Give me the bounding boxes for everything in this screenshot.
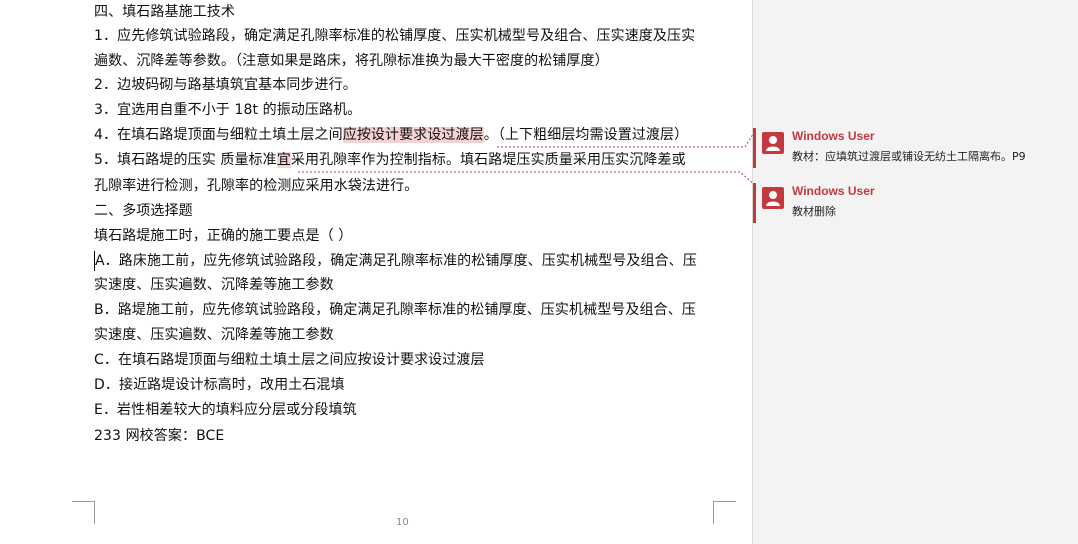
paragraph-line: 1．应先修筑试验路段，确定满足孔隙率标准的松铺厚度、压实机械型号及组合、压实速度… xyxy=(94,28,696,44)
crop-mark-left xyxy=(72,501,95,524)
page-number: 10 xyxy=(396,517,409,528)
comment-balloon[interactable]: Windows User 教材删除 xyxy=(753,183,1078,223)
option-line: D．接近路堤设计标高时，改用土石混填 xyxy=(94,377,345,393)
comment-highlight-2[interactable]: 宜 xyxy=(276,152,291,168)
comment-highlight-1[interactable]: 应按设计要求设过渡层 xyxy=(342,127,484,143)
text-run: 4．在填石路堤顶面与细粒土填土层之间 xyxy=(94,127,343,143)
comment-author: Windows User xyxy=(792,184,875,198)
document-page[interactable]: 四、填石路基施工技术 1．应先修筑试验路段，确定满足孔隙率标准的松铺厚度、压实机… xyxy=(0,0,752,544)
comment-author: Windows User xyxy=(792,129,875,143)
paragraph-line-commented: 5．填石路堤的压实 质量标准宜采用孔隙率作为控制指标。填石路堤压实质量采用压实沉… xyxy=(94,150,686,170)
crop-mark-right xyxy=(713,501,736,524)
text-run: 采用孔隙率作为控制指标。填石路堤压实质量采用压实沉降差或 xyxy=(290,152,686,168)
comment-pane: Windows User 教材：应填筑过渡层或铺设无纺土工隔离布。P9 Wind… xyxy=(752,0,1078,544)
comment-text: 教材：应填筑过渡层或铺设无纺土工隔离布。P9 xyxy=(792,150,1026,163)
answer-line: 233 网校答案：BCE xyxy=(94,428,225,444)
option-line: C．在填石路堤顶面与细粒土填土层之间应按设计要求设过渡层 xyxy=(94,352,485,368)
text-run: 。（上下粗细层均需设置过渡层） xyxy=(483,127,689,143)
option-line: E．岩性相差较大的填料应分层或分段填筑 xyxy=(94,402,357,418)
comment-text: 教材删除 xyxy=(792,205,836,218)
option-line: 实速度、压实遍数、沉降差等施工参数 xyxy=(94,327,334,343)
comment-balloon[interactable]: Windows User 教材：应填筑过渡层或铺设无纺土工隔离布。P9 xyxy=(753,128,1078,168)
option-line: A．路床施工前，应先修筑试验路段，确定满足孔隙率标准的松铺厚度、压实机械型号及组… xyxy=(94,251,697,271)
text-run: 5．填石路堤的压实 质量标准 xyxy=(94,152,277,168)
paragraph-line-commented: 4．在填石路堤顶面与细粒土填土层之间应按设计要求设过渡层。（上下粗细层均需设置过… xyxy=(94,125,688,145)
option-line: B．路堤施工前，应先修筑试验路段，确定满足孔隙率标准的松铺厚度、压实机械型号及组… xyxy=(94,302,696,318)
paragraph-line: 2．边坡码砌与路基填筑宜基本同步进行。 xyxy=(94,77,357,93)
question-stem: 填石路堤施工时，正确的施工要点是（ ） xyxy=(94,228,353,244)
paragraph-line: 孔隙率进行检测，孔隙率的检测应采用水袋法进行。 xyxy=(94,178,419,194)
user-avatar-icon xyxy=(762,132,784,154)
user-avatar-icon xyxy=(762,187,784,209)
section-heading: 二、多项选择题 xyxy=(94,203,193,219)
paragraph-line: 3．宜选用自重不小于 18t 的振动压路机。 xyxy=(94,102,362,118)
paragraph-line: 遍数、沉降差等参数。（注意如果是路床，将孔隙标准换为最大干密度的松铺厚度） xyxy=(94,53,609,69)
section-heading: 四、填石路基施工技术 xyxy=(94,4,235,20)
option-line: 实速度、压实遍数、沉降差等施工参数 xyxy=(94,277,334,293)
